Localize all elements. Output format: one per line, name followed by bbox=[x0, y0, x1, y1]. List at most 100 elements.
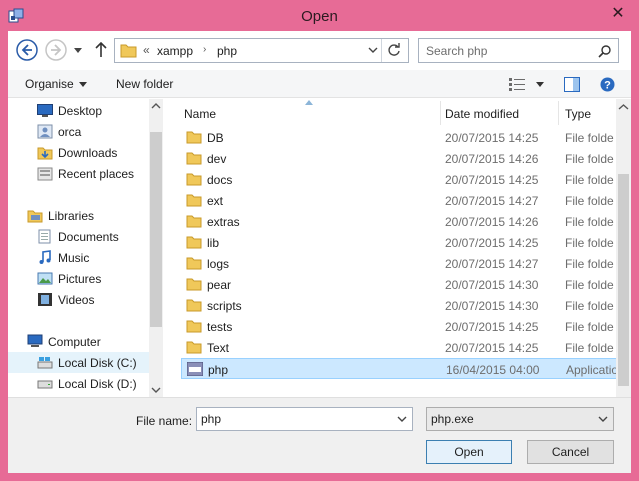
file-date-modified: 20/07/2015 14:25 bbox=[445, 236, 539, 250]
folder-icon bbox=[186, 320, 202, 333]
file-row[interactable]: docs 20/07/2015 14:25 File folde bbox=[181, 169, 631, 190]
nav-item-desktop[interactable]: Desktop bbox=[8, 100, 150, 121]
file-row[interactable]: logs 20/07/2015 14:27 File folde bbox=[181, 253, 631, 274]
organise-menu-button[interactable]: Organise bbox=[25, 77, 87, 91]
file-row[interactable]: extras 20/07/2015 14:26 File folde bbox=[181, 211, 631, 232]
preview-pane-icon[interactable] bbox=[564, 77, 580, 92]
close-button[interactable]: ✕ bbox=[603, 1, 633, 23]
up-arrow-button[interactable] bbox=[94, 42, 108, 58]
file-type-select[interactable]: php.exe bbox=[426, 407, 614, 431]
nav-item-music[interactable]: Music bbox=[8, 247, 150, 268]
file-date-modified: 20/07/2015 14:27 bbox=[445, 194, 539, 208]
nav-item-videos[interactable]: Videos bbox=[8, 289, 150, 310]
file-row[interactable]: lib 20/07/2015 14:25 File folde bbox=[181, 232, 631, 253]
breadcrumb-overflow[interactable]: « bbox=[143, 43, 150, 57]
file-type: Applicatio bbox=[566, 363, 619, 377]
folder-icon bbox=[186, 278, 202, 291]
file-row[interactable]: dev 20/07/2015 14:26 File folde bbox=[181, 148, 631, 169]
nav-label: Recent places bbox=[58, 167, 135, 181]
scroll-up-icon[interactable] bbox=[618, 102, 629, 112]
nav-item-downloads[interactable]: Downloads bbox=[8, 142, 150, 163]
file-date-modified: 20/07/2015 14:25 bbox=[445, 173, 539, 187]
folder-icon bbox=[120, 44, 137, 58]
folder-icon bbox=[186, 152, 202, 165]
libraries-icon bbox=[27, 210, 43, 223]
window-title: Open bbox=[301, 8, 338, 25]
breadcrumb-php[interactable]: php bbox=[217, 44, 237, 58]
history-chevron-down-icon[interactable] bbox=[74, 48, 82, 54]
music-icon bbox=[39, 250, 51, 264]
file-type: File folde bbox=[565, 236, 614, 250]
file-list-scroll-thumb[interactable] bbox=[618, 174, 629, 386]
nav-label: Local Disk (D:) bbox=[58, 377, 137, 391]
back-button[interactable] bbox=[15, 38, 39, 62]
file-row[interactable]: php 16/04/2015 04:00 Applicatio bbox=[181, 358, 631, 379]
forward-button[interactable] bbox=[44, 38, 68, 62]
nav-item-recent-places[interactable]: Recent places bbox=[8, 163, 150, 184]
file-list: Name Date modified Type DB 20/07/2015 14:… bbox=[166, 99, 631, 397]
nav-item-orca[interactable]: orca bbox=[8, 121, 150, 142]
desktop-icon bbox=[37, 104, 53, 117]
videos-icon bbox=[38, 293, 52, 306]
column-header-name[interactable]: Name bbox=[184, 107, 216, 121]
nav-item-local-disk-d[interactable]: Local Disk (D:) bbox=[8, 373, 150, 394]
nav-label: Videos bbox=[58, 293, 95, 307]
chevron-down-icon[interactable] bbox=[397, 415, 407, 423]
nav-item-pictures[interactable]: Pictures bbox=[8, 268, 150, 289]
nav-item-local-disk-c[interactable]: Local Disk (C:) bbox=[8, 352, 150, 373]
open-button[interactable]: Open bbox=[426, 440, 512, 464]
nav-item-computer[interactable]: Computer bbox=[8, 331, 150, 352]
breadcrumb-separator[interactable]: › bbox=[203, 44, 206, 55]
file-name: scripts bbox=[207, 299, 242, 313]
title-bar: Open ✕ bbox=[0, 0, 639, 34]
file-date-modified: 20/07/2015 14:25 bbox=[445, 341, 539, 355]
file-name-field[interactable]: php bbox=[196, 407, 413, 431]
svg-text:?: ? bbox=[604, 80, 611, 92]
nav-label: Computer bbox=[48, 335, 101, 349]
nav-label: Documents bbox=[58, 230, 119, 244]
file-name-label: File name: bbox=[136, 414, 193, 428]
new-folder-button[interactable]: New folder bbox=[116, 77, 173, 91]
column-header-date-modified[interactable]: Date modified bbox=[445, 107, 519, 121]
cancel-button[interactable]: Cancel bbox=[527, 440, 614, 464]
refresh-icon[interactable] bbox=[387, 43, 401, 57]
file-name: lib bbox=[207, 236, 220, 250]
file-date-modified: 20/07/2015 14:25 bbox=[445, 320, 539, 334]
search-icon[interactable] bbox=[598, 44, 612, 58]
folder-icon bbox=[186, 341, 202, 354]
file-row[interactable]: Text 20/07/2015 14:25 File folde bbox=[181, 337, 631, 358]
view-options-chevron-down-icon[interactable] bbox=[536, 82, 544, 87]
file-name-value: php bbox=[201, 412, 222, 426]
user-icon bbox=[37, 124, 53, 139]
documents-icon bbox=[38, 229, 51, 244]
file-type: File folde bbox=[565, 215, 614, 229]
pictures-icon bbox=[37, 272, 53, 285]
file-date-modified: 20/07/2015 14:26 bbox=[445, 152, 539, 166]
nav-scroll-thumb[interactable] bbox=[150, 132, 162, 327]
help-icon[interactable]: ? bbox=[600, 77, 615, 92]
file-row[interactable]: scripts 20/07/2015 14:30 File folde bbox=[181, 295, 631, 316]
file-row[interactable]: DB 20/07/2015 14:25 File folde bbox=[181, 127, 631, 148]
column-header-type[interactable]: Type bbox=[565, 107, 591, 121]
nav-label: Downloads bbox=[58, 146, 118, 160]
nav-item-libraries[interactable]: Libraries bbox=[8, 205, 150, 226]
nav-item-documents[interactable]: Documents bbox=[8, 226, 150, 247]
folder-icon bbox=[186, 215, 202, 228]
search-input[interactable]: Search php bbox=[418, 38, 619, 63]
scroll-up-icon[interactable] bbox=[151, 101, 161, 111]
file-list-scrollbar[interactable] bbox=[616, 99, 631, 397]
nav-label: Music bbox=[58, 251, 90, 265]
navigation-pane: Desktop orca Downloads Recent places Lib… bbox=[8, 99, 163, 397]
downloads-icon bbox=[37, 147, 53, 160]
file-type: File folde bbox=[565, 194, 614, 208]
file-row[interactable]: pear 20/07/2015 14:30 File folde bbox=[181, 274, 631, 295]
nav-scrollbar[interactable] bbox=[149, 99, 163, 397]
file-row[interactable]: ext 20/07/2015 14:27 File folde bbox=[181, 190, 631, 211]
file-row[interactable]: tests 20/07/2015 14:25 File folde bbox=[181, 316, 631, 337]
breadcrumb-xampp[interactable]: xampp bbox=[157, 44, 193, 58]
scroll-down-icon[interactable] bbox=[151, 385, 161, 395]
view-details-icon[interactable] bbox=[509, 78, 525, 91]
address-bar[interactable]: « xampp › php bbox=[114, 38, 409, 63]
address-chevron-down-icon[interactable] bbox=[367, 44, 379, 56]
file-type: File folde bbox=[565, 257, 614, 271]
